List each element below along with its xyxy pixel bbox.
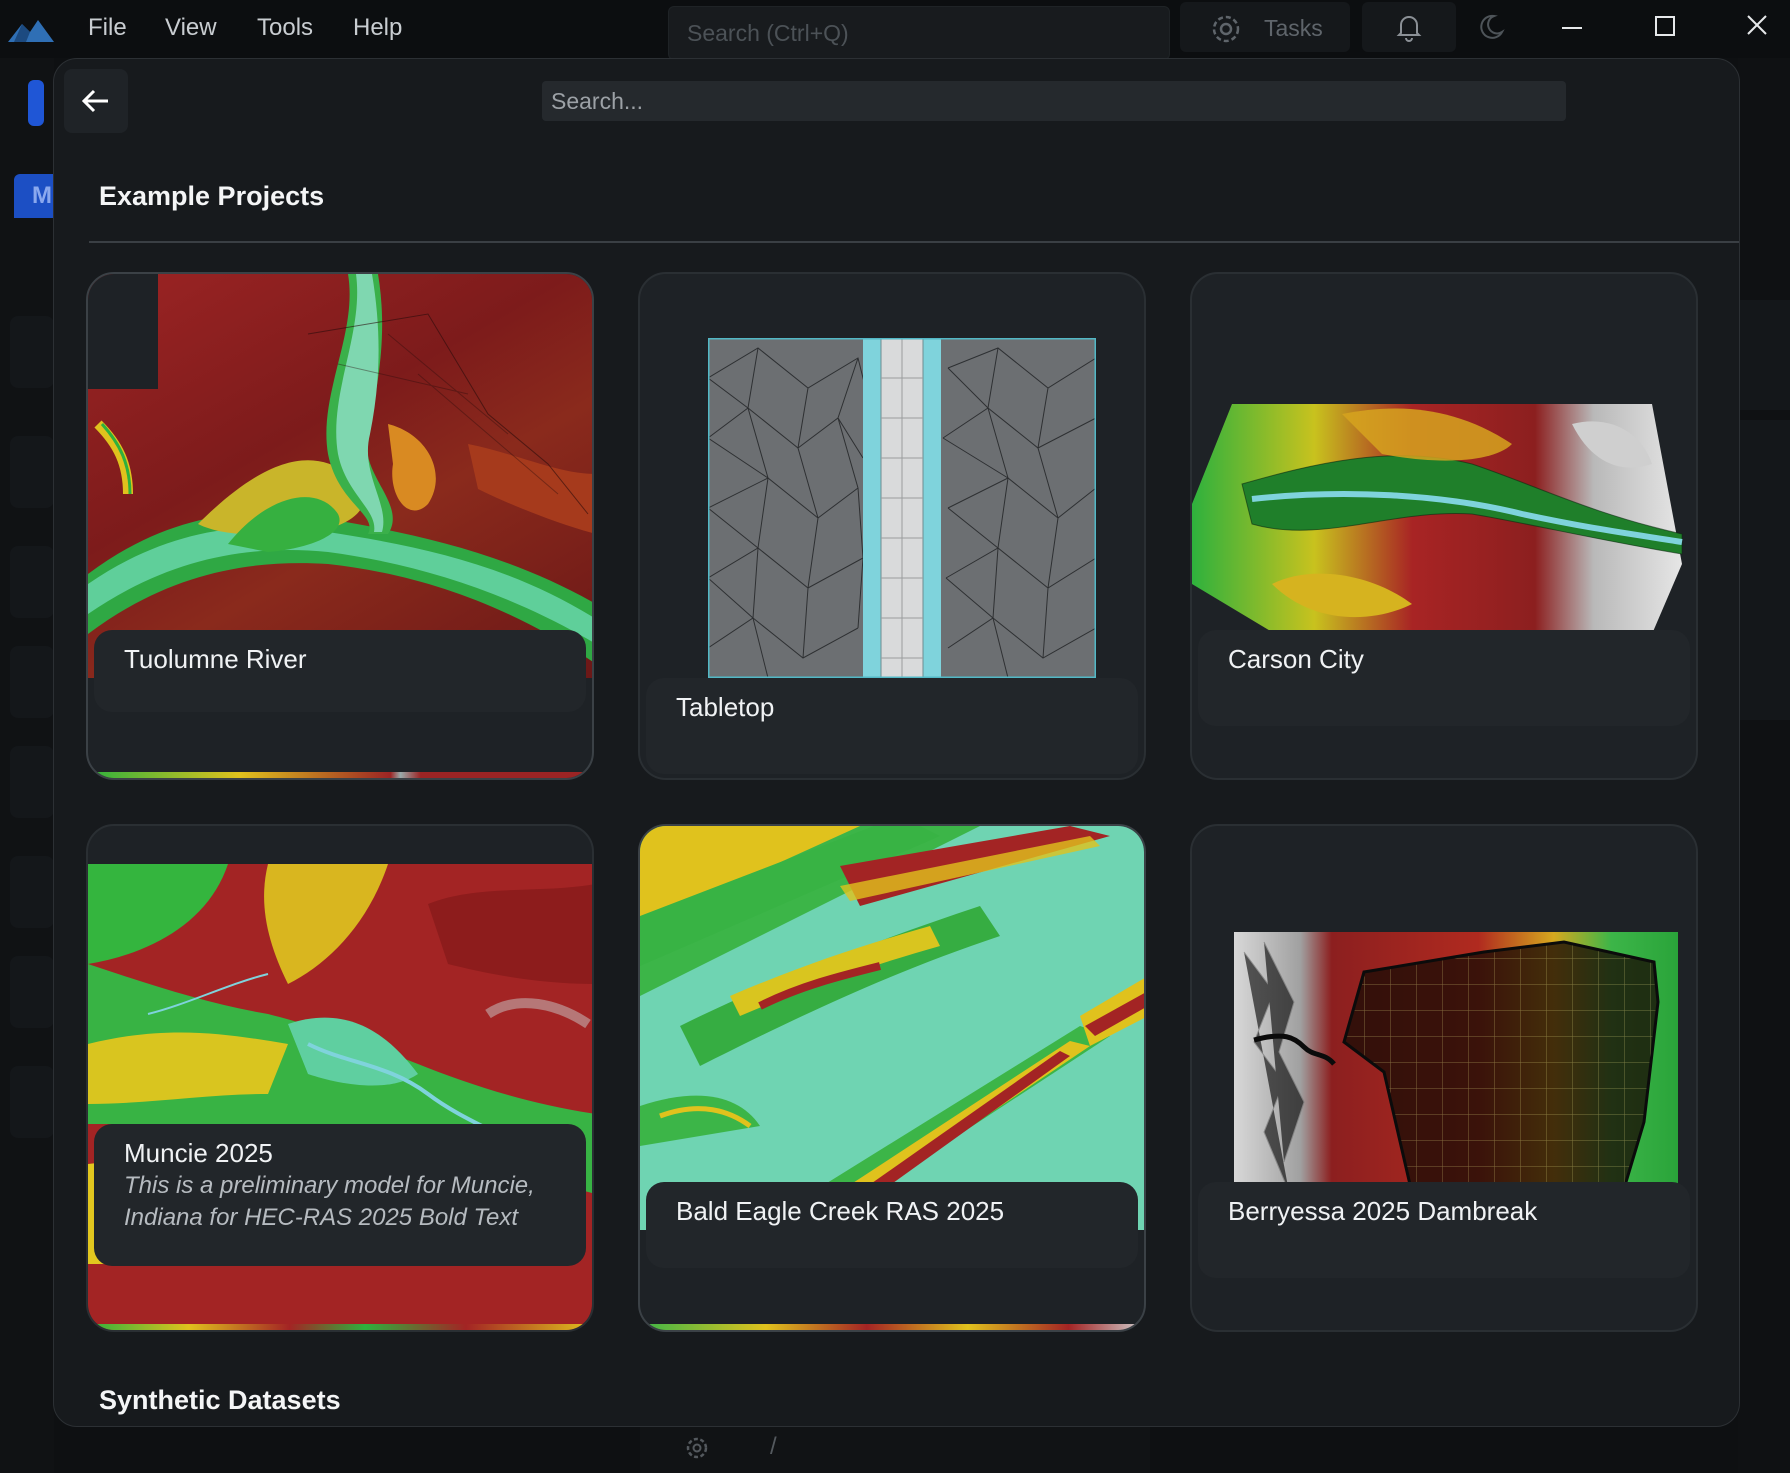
project-label: Carson City — [1198, 630, 1690, 726]
project-search-placeholder: Search... — [551, 88, 644, 114]
project-card-muncie-2025[interactable]: Muncie 2025 This is a preliminary model … — [86, 824, 594, 1332]
project-thumbnail — [640, 826, 1144, 1230]
background-right-panel — [1738, 58, 1790, 1473]
project-search-input[interactable]: Search... — [542, 81, 1566, 121]
project-thumbnail — [88, 274, 592, 678]
project-name: Bald Eagle Creek RAS 2025 — [676, 1196, 1005, 1226]
thumbnail-edge — [640, 1324, 1144, 1330]
project-label: Muncie 2025 This is a preliminary model … — [94, 1124, 586, 1266]
terrain-map-image — [88, 274, 592, 662]
terrain-map-image — [1192, 404, 1683, 644]
menu-tools[interactable]: Tools — [257, 14, 313, 42]
thumbnail-edge — [88, 1324, 592, 1330]
background-active-indicator — [28, 80, 44, 126]
background-panel — [10, 1066, 54, 1138]
project-name: Tabletop — [676, 692, 775, 722]
bell-icon — [1396, 16, 1422, 42]
project-thumbnail — [1192, 404, 1696, 650]
project-name: Tuolumne River — [124, 644, 307, 674]
menu-file[interactable]: File — [88, 14, 127, 42]
project-card-bald-eagle-creek[interactable]: Bald Eagle Creek RAS 2025 — [638, 824, 1146, 1332]
project-name: Berryessa 2025 Dambreak — [1228, 1196, 1538, 1226]
global-search-input[interactable]: Search (Ctrl+Q) — [668, 6, 1170, 60]
global-search-placeholder: Search (Ctrl+Q) — [687, 20, 849, 46]
project-card-carson-city[interactable]: Carson City — [1190, 272, 1698, 780]
background-right-block — [1738, 300, 1790, 410]
project-name: Carson City — [1228, 644, 1364, 674]
background-panel — [10, 316, 54, 388]
project-label: Tuolumne River — [94, 630, 586, 712]
project-label: Bald Eagle Creek RAS 2025 — [646, 1182, 1138, 1268]
background-panel — [10, 436, 54, 508]
background-right-block — [1738, 420, 1790, 720]
close-icon[interactable] — [1735, 8, 1779, 48]
background-panel — [10, 746, 54, 818]
background-panel — [10, 646, 54, 718]
example-projects-dialog: Search... Example Projects Tuolumne Rive… — [53, 58, 1740, 1427]
project-card-tabletop[interactable]: Tabletop — [638, 272, 1146, 780]
background-tab: M — [14, 174, 54, 218]
project-card-berryessa-dambreak[interactable]: Berryessa 2025 Dambreak — [1190, 824, 1698, 1332]
thumbnail-edge — [88, 772, 592, 778]
project-label: Tabletop — [646, 678, 1138, 774]
menu-help[interactable]: Help — [353, 14, 402, 42]
moon-icon[interactable] — [1476, 12, 1506, 42]
terrain-map-image — [640, 826, 1144, 1230]
back-button[interactable] — [64, 69, 128, 133]
menu-view[interactable]: View — [165, 14, 217, 42]
back-arrow-icon — [81, 89, 108, 113]
background-status-bar: / — [640, 1425, 1150, 1473]
section-title-example-projects: Example Projects — [99, 181, 325, 211]
mesh-image — [708, 338, 1096, 678]
tasks-button[interactable]: Tasks — [1180, 2, 1350, 52]
background-panel — [10, 856, 54, 928]
settings-gear-icon — [686, 1437, 708, 1459]
project-name: Muncie 2025 — [124, 1138, 273, 1168]
minimize-icon[interactable] — [1550, 8, 1594, 48]
project-card-tuolumne-river[interactable]: Tuolumne River — [86, 272, 594, 780]
title-bar: File View Tools Help Search (Ctrl+Q) Tas… — [0, 0, 1790, 60]
project-thumbnail — [708, 338, 1096, 678]
project-label: Berryessa 2025 Dambreak — [1198, 1182, 1690, 1278]
background-panel — [10, 956, 54, 1028]
section-title-synthetic-datasets: Synthetic Datasets — [99, 1385, 341, 1415]
app-logo-icon — [8, 20, 54, 42]
maximize-icon[interactable] — [1643, 8, 1687, 48]
section-divider — [89, 241, 1739, 243]
background-separator: / — [770, 1433, 777, 1460]
notifications-button[interactable] — [1362, 2, 1456, 52]
background-panel — [10, 546, 54, 618]
tasks-gear-icon — [1212, 15, 1240, 43]
project-description: This is a preliminary model for Muncie, … — [124, 1172, 535, 1231]
tasks-label: Tasks — [1264, 15, 1323, 41]
